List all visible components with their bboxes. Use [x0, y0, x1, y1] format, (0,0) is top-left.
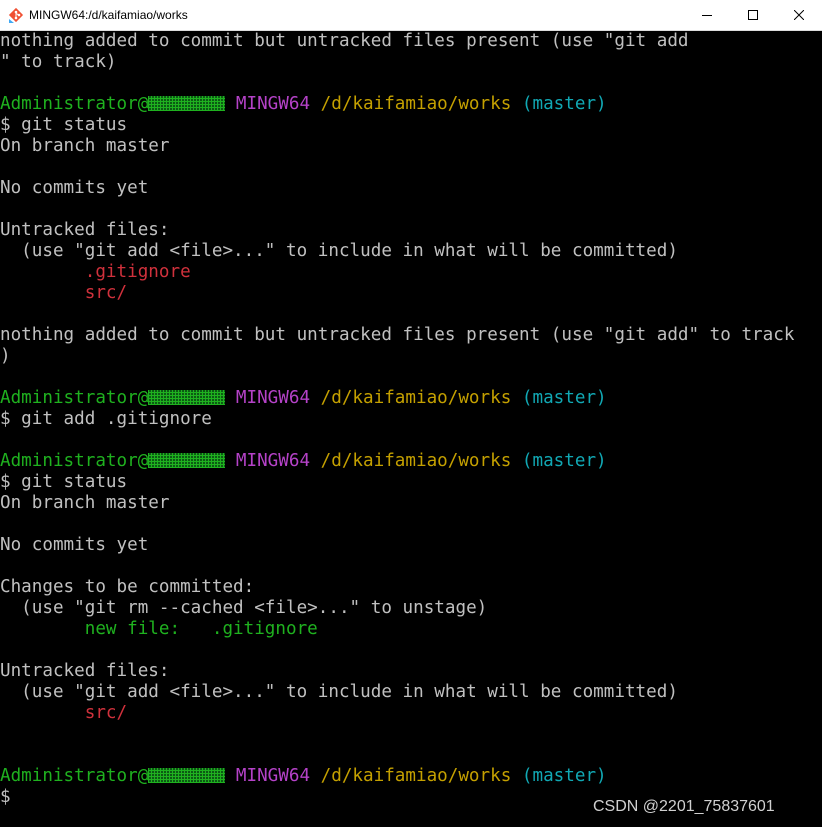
terminal-line: On branch master — [0, 493, 170, 513]
prompt-env: MINGW64 — [235, 766, 311, 786]
redacted-hostname — [148, 768, 226, 783]
prompt-env: MINGW64 — [235, 388, 311, 408]
prompt-env: MINGW64 — [235, 94, 311, 114]
terminal-line: (use "git add <file>..." to include in w… — [0, 241, 678, 261]
terminal-line: No commits yet — [0, 178, 149, 198]
maximize-icon — [748, 10, 758, 20]
prompt-user: Administrator@ — [0, 451, 149, 471]
prompt-line: Administrator@ MINGW64 /d/kaifamiao/work… — [0, 766, 607, 787]
terminal-line: Untracked files: — [0, 661, 170, 681]
prompt-user: Administrator@ — [0, 766, 149, 786]
terminal-line: nothing added to commit but untracked fi… — [0, 31, 689, 51]
prompt-path: /d/kaifamiao/works — [320, 766, 512, 786]
terminal-line: (use "git rm --cached <file>..." to unst… — [0, 598, 488, 618]
minimize-button[interactable] — [684, 0, 730, 30]
prompt-env: MINGW64 — [235, 451, 311, 471]
prompt-user: Administrator@ — [0, 388, 149, 408]
prompt-path: /d/kaifamiao/works — [320, 388, 512, 408]
csdn-watermark: CSDN @2201_75837601 — [593, 798, 775, 815]
staged-file: new file: .gitignore — [0, 619, 318, 639]
terminal-line: (use "git add <file>..." to include in w… — [0, 682, 678, 702]
terminal-window: MINGW64:/d/kaifamiao/works nothing added… — [0, 0, 822, 827]
prompt-line: Administrator@ MINGW64 /d/kaifamiao/work… — [0, 94, 607, 115]
prompt-path: /d/kaifamiao/works — [320, 451, 512, 471]
redacted-hostname — [148, 390, 226, 405]
close-button[interactable] — [776, 0, 822, 30]
terminal-line: Changes to be committed: — [0, 577, 255, 597]
untracked-file: .gitignore — [0, 262, 191, 282]
prompt-path: /d/kaifamiao/works — [320, 94, 512, 114]
untracked-file: src/ — [0, 283, 128, 303]
command-line: $ git status — [0, 115, 128, 135]
prompt-line: Administrator@ MINGW64 /d/kaifamiao/work… — [0, 451, 607, 472]
maximize-button[interactable] — [730, 0, 776, 30]
title-bar[interactable]: MINGW64:/d/kaifamiao/works — [0, 0, 822, 31]
prompt-branch: (master) — [521, 94, 607, 114]
command-input-line[interactable]: $ — [0, 787, 11, 808]
terminal-line: On branch master — [0, 136, 170, 156]
terminal-line: Untracked files: — [0, 220, 170, 240]
command-line: $ git status — [0, 472, 128, 492]
minimize-icon — [702, 10, 712, 20]
window-title: MINGW64:/d/kaifamiao/works — [29, 8, 188, 22]
terminal-line: " to track) — [0, 52, 117, 72]
close-icon — [794, 10, 804, 20]
git-bash-icon — [8, 7, 24, 23]
untracked-file: src/ — [0, 703, 128, 723]
terminal-line: ) — [0, 346, 11, 366]
prompt-branch: (master) — [521, 766, 607, 786]
prompt-user: Administrator@ — [0, 94, 149, 114]
redacted-hostname — [148, 96, 226, 111]
prompt-line: Administrator@ MINGW64 /d/kaifamiao/work… — [0, 388, 607, 409]
redacted-hostname — [148, 453, 226, 468]
command-line: $ git add .gitignore — [0, 409, 212, 429]
terminal-line: nothing added to commit but untracked fi… — [0, 325, 795, 345]
terminal-line: No commits yet — [0, 535, 149, 555]
terminal-output[interactable]: nothing added to commit but untracked fi… — [0, 31, 822, 827]
prompt-branch: (master) — [521, 388, 607, 408]
prompt-branch: (master) — [521, 451, 607, 471]
